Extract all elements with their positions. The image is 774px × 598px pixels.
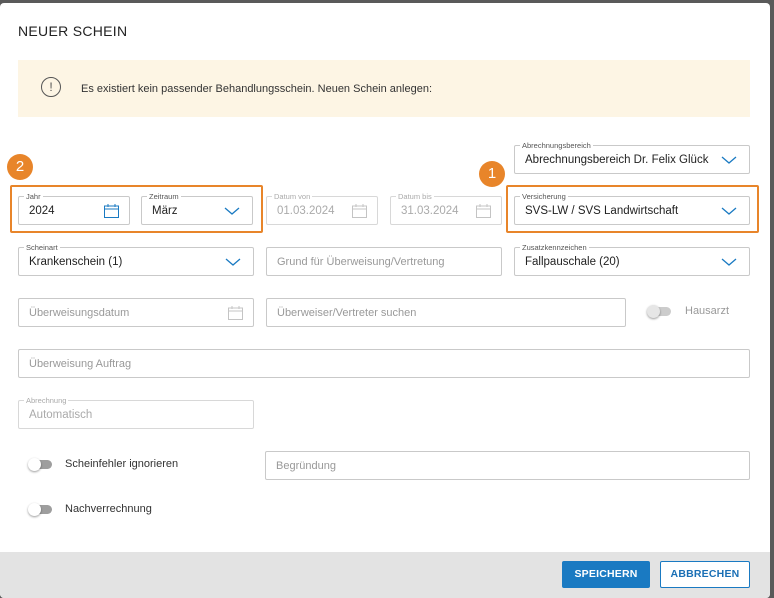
highlight-box-1 [506, 185, 759, 233]
scheinfehler-label: Scheinfehler ignorieren [65, 458, 179, 470]
datum-bis-value: 31.03.2024 [401, 205, 459, 217]
abrechnungsbereich-select[interactable]: Abrechnungsbereich Abrechnungsbereich Dr… [514, 141, 750, 174]
ueberweisungsdatum-placeholder: Überweisungsdatum [29, 307, 130, 319]
grund-placeholder: Grund für Überweisung/Vertretung [277, 256, 445, 268]
scheinfehler-toggle[interactable] [28, 458, 52, 471]
abrechnung-field: Abrechnung Automatisch [18, 396, 254, 429]
zusatzkennzeichen-value: Fallpauschale (20) [525, 256, 620, 268]
cancel-button[interactable]: ABBRECHEN [660, 561, 750, 588]
calendar-icon[interactable] [228, 306, 243, 320]
ueberweiser-search-input[interactable]: Überweiser/Vertreter suchen [266, 298, 626, 327]
chevron-down-icon [721, 258, 737, 266]
abrechnungsbereich-value: Abrechnungsbereich Dr. Felix Glück [525, 154, 709, 166]
nachverrechnung-toggle[interactable] [28, 503, 52, 516]
highlight-box-2 [10, 185, 263, 233]
dialog-footer: SPEICHERN ABBRECHEN [0, 552, 770, 598]
annotation-badge-1: 1 [479, 161, 505, 187]
datum-von-value: 01.03.2024 [277, 205, 335, 217]
grund-input[interactable]: Grund für Überweisung/Vertretung [266, 247, 502, 276]
zusatzkennzeichen-select[interactable]: Zusatzkennzeichen Fallpauschale (20) [514, 243, 750, 276]
scheinart-value: Krankenschein (1) [29, 256, 123, 268]
ueberweisungsdatum-input[interactable]: Überweisungsdatum [18, 298, 254, 327]
dialog-title: NEUER SCHEIN [18, 23, 128, 39]
calendar-icon [476, 204, 491, 218]
banner-message: Es existiert kein passender Behandlungss… [81, 83, 433, 95]
hausarzt-label: Hausarzt [685, 305, 730, 317]
ueberweisung-auftrag-placeholder: Überweisung Auftrag [29, 358, 132, 370]
new-schein-dialog: NEUER SCHEIN ! Es existiert kein passend… [0, 3, 770, 598]
save-button[interactable]: SPEICHERN [562, 561, 650, 588]
calendar-icon [352, 204, 367, 218]
ueberweiser-placeholder: Überweiser/Vertreter suchen [277, 307, 417, 319]
datum-von-field: Datum von 01.03.2024 [266, 192, 378, 225]
datum-bis-field: Datum bis 31.03.2024 [390, 192, 502, 225]
chevron-down-icon [225, 258, 241, 266]
info-icon: ! [41, 77, 61, 97]
hausarzt-toggle[interactable] [647, 305, 671, 318]
abrechnung-value: Automatisch [29, 409, 93, 421]
scheinart-select[interactable]: Scheinart Krankenschein (1) [18, 243, 254, 276]
nachverrechnung-label: Nachverrechnung [65, 503, 152, 515]
begruendung-placeholder: Begründung [276, 460, 336, 472]
info-banner: ! Es existiert kein passender Behandlung… [18, 60, 750, 117]
chevron-down-icon [721, 156, 737, 164]
annotation-badge-2: 2 [7, 154, 33, 180]
ueberweisung-auftrag-input[interactable]: Überweisung Auftrag [18, 349, 750, 378]
begruendung-input[interactable]: Begründung [265, 451, 750, 480]
